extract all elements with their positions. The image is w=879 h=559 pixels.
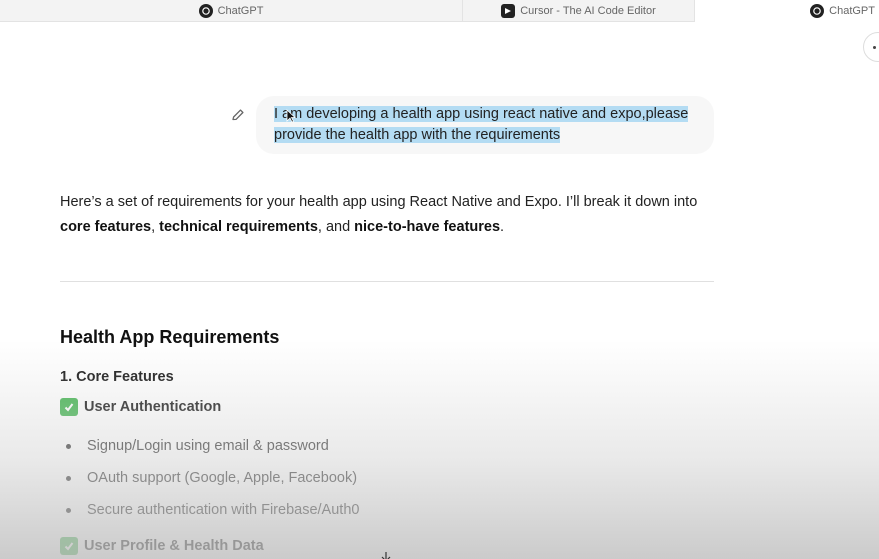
- tab-label: ChatGPT: [217, 5, 264, 17]
- tab-label: ChatGPT: [829, 5, 875, 17]
- chatgpt-icon: [810, 4, 825, 18]
- check-heading-profile: User Profile & Health Data: [60, 537, 264, 555]
- section-heading: Health App Requirements: [60, 327, 280, 347]
- tab-chatgpt-2[interactable]: ChatGPT: [695, 0, 879, 22]
- chatgpt-icon: [198, 4, 213, 18]
- list-item: Signup/Login using email & password: [66, 430, 359, 462]
- share-button[interactable]: [863, 32, 879, 62]
- edit-message-icon[interactable]: [230, 107, 246, 123]
- tab-label: Cursor - The AI Code Editor: [520, 5, 656, 17]
- more-icon: [873, 46, 876, 49]
- mouse-cursor-icon: [286, 109, 297, 123]
- scroll-down-icon[interactable]: [380, 549, 392, 559]
- cursor-icon: [501, 4, 516, 18]
- assistant-intro: Here’s a set of requirements for your he…: [60, 194, 698, 235]
- subsection-heading: 1. Core Features: [60, 369, 174, 385]
- list-item: OAuth support (Google, Apple, Facebook): [66, 462, 359, 494]
- tab-cursor[interactable]: Cursor - The AI Code Editor: [463, 0, 695, 22]
- user-message-text: I am developing a health app using react…: [274, 106, 689, 143]
- tab-chatgpt-1[interactable]: ChatGPT: [0, 0, 463, 22]
- bullet-list: Signup/Login using email & password OAut…: [66, 430, 359, 526]
- browser-tab-bar: ChatGPT Cursor - The AI Code Editor Chat…: [0, 0, 879, 22]
- user-message-bubble: I am developing a health app using react…: [256, 96, 714, 154]
- check-mark-icon: [60, 398, 78, 416]
- check-heading-auth: User Authentication: [60, 398, 221, 416]
- divider: [60, 281, 714, 282]
- list-item: Secure authentication with Firebase/Auth…: [66, 494, 359, 526]
- check-mark-icon: [60, 537, 78, 555]
